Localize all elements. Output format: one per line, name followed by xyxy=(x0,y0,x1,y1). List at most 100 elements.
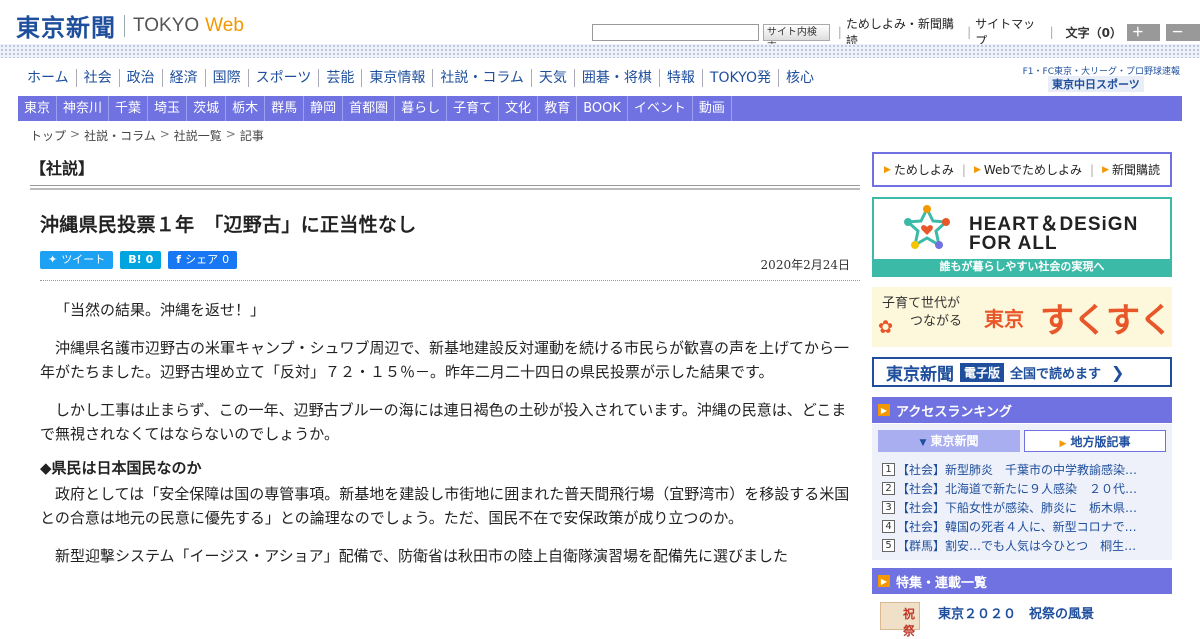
feature-item-title[interactable]: 東京２０２０ 祝祭の風景 xyxy=(938,603,1094,622)
facebook-share-button[interactable]: f シェア 0 xyxy=(168,251,238,269)
ranking-item[interactable]: 2 【社会】北海道で新たに９人感染 ２０代… xyxy=(882,479,1166,498)
digital-edition-brand: 東京新聞 xyxy=(886,364,954,385)
rank-number: 1 xyxy=(882,463,895,476)
ranking-item-text: 【社会】新型肺炎 千葉市の中学教諭感染… xyxy=(897,463,1138,477)
region-item-living[interactable]: 暮らし xyxy=(395,96,448,121)
region-item-shutoken[interactable]: 首都圏 xyxy=(343,96,396,121)
ranking-item[interactable]: 3 【社会】下船女性が感染、肺炎に 栃木県… xyxy=(882,498,1166,517)
primary-nav: ホーム 社会 政治 経済 国際 スポーツ 芸能 東京情報 社説・コラム 天気 囲… xyxy=(20,69,821,87)
nav-item-entertainment[interactable]: 芸能 xyxy=(318,69,361,87)
site-header: 東京新聞 TOKYO Web サイト内検索 | ためしよみ・新聞購読 | サイト… xyxy=(0,0,1200,56)
article-paragraph: しかし工事は止まらず、この一年、辺野古ブルーの海には連日褐色の土砂が投入されてい… xyxy=(40,401,847,443)
font-size-increase-button[interactable]: ＋大 xyxy=(1126,23,1161,56)
region-item-tokyo[interactable]: 東京 xyxy=(18,96,58,121)
heart-design-banner[interactable]: HEART＆DESiGN FOR ALL 誰もが暮らしやすい社会の実現へ xyxy=(872,197,1172,277)
nav-item-go-shogi[interactable]: 囲碁・将棋 xyxy=(573,69,659,87)
features-header: ▶ 特集・連載一覧 xyxy=(872,568,1172,594)
article-date: 2020年2月24日 xyxy=(760,258,850,272)
ranking-tab-tokyo[interactable]: ▼ 東京新聞 xyxy=(878,430,1020,452)
region-item-kanagawa[interactable]: 神奈川 xyxy=(57,96,110,121)
region-item-shizuoka[interactable]: 静岡 xyxy=(304,96,344,121)
breadcrumb-sep: > xyxy=(159,127,170,141)
subscription-links: ▶ ためしよみ | ▶ Webでためしよみ | ▶ 新聞購読 xyxy=(872,152,1172,187)
digital-edition-badge: 電子版 xyxy=(960,362,1005,382)
ranking-item-text: 【社会】北海道で新たに９人感染 ２０代… xyxy=(897,482,1138,496)
facebook-count: 0 xyxy=(222,253,230,266)
site-search-input[interactable] xyxy=(592,23,759,41)
site-logo[interactable]: 東京新聞 TOKYO Web xyxy=(16,8,244,43)
nav-item-society[interactable]: 社会 xyxy=(75,69,119,87)
feature-thumbnail-label: 祝祭 xyxy=(903,607,916,638)
region-item-video[interactable]: 動画 xyxy=(693,96,732,121)
ranking-item[interactable]: 4 【社会】韓国の死者４人に、新型コロナで… xyxy=(882,517,1166,536)
article-body: 「当然の結果。沖縄を返せ！」 沖縄県名護市辺野古の米軍キャンプ・シュワブ周辺で、… xyxy=(40,298,850,582)
subscribe-link[interactable]: ▶ 新聞購読 xyxy=(1102,161,1160,178)
nav-item-tokyo-info[interactable]: 東京情報 xyxy=(361,69,432,87)
hatena-label: B! xyxy=(128,253,142,266)
rank-number: 3 xyxy=(882,501,895,514)
region-item-ibaraki[interactable]: 茨城 xyxy=(187,96,227,121)
article-paragraph: 政府としては「安全保障は国の専管事項。新基地を建設し市街地に囲まれた普天間飛行場… xyxy=(40,485,850,527)
nav-item-weather[interactable]: 天気 xyxy=(530,69,574,87)
ranking-item-text: 【社会】下船女性が感染、肺炎に 栃木県… xyxy=(897,501,1138,515)
nav-item-tokuho[interactable]: 特報 xyxy=(658,69,702,87)
region-item-chiba[interactable]: 千葉 xyxy=(109,96,149,121)
region-item-parenting[interactable]: 子育て xyxy=(447,96,500,121)
ranking-header: ▶ アクセスランキング xyxy=(872,397,1172,423)
trial-read-link[interactable]: ▶ ためしよみ xyxy=(884,161,954,178)
region-item-tochigi[interactable]: 栃木 xyxy=(226,96,266,121)
section-label: 【社説】 xyxy=(30,159,95,178)
square-arrow-icon: ▶ xyxy=(878,575,890,587)
breadcrumb: トップ > 社説・コラム > 社説一覧 > 記事 xyxy=(30,127,264,144)
ranking-panel: ▼ 東京新聞 ▶ 地方版記事 1 【社会】新型肺炎 千葉市の中学教諭感染… 2 【社… xyxy=(872,424,1172,560)
site-search-button[interactable]: サイト内検索 xyxy=(762,23,830,53)
breadcrumb-top[interactable]: トップ xyxy=(30,127,66,144)
web-trial-read-link[interactable]: ▶ Webでためしよみ xyxy=(974,161,1082,178)
nav-item-tokyo-hatsu[interactable]: TOKYO発 xyxy=(701,69,778,87)
ranking-tab-local[interactable]: ▶ 地方版記事 xyxy=(1024,430,1166,452)
chunichi-sports-link[interactable]: 東京中日スポーツ xyxy=(1048,76,1144,92)
feature-thumbnail[interactable]: 祝祭 xyxy=(880,602,920,638)
region-item-gunma[interactable]: 群馬 xyxy=(265,96,305,121)
article-paragraph: 沖縄県名護市辺野古の米軍キャンプ・シュワブ周辺で、新基地建設反対運動を続ける市民… xyxy=(40,339,849,381)
font-size-label: 文字（0） xyxy=(1065,25,1122,40)
region-item-saitama[interactable]: 埼玉 xyxy=(148,96,188,121)
font-size-decrease-button[interactable]: －小 xyxy=(1166,23,1200,56)
region-item-book[interactable]: BOOK xyxy=(577,96,628,121)
nav-item-sports[interactable]: スポーツ xyxy=(247,69,319,87)
regional-nav: 東京 神奈川 千葉 埼玉 茨城 栃木 群馬 静岡 首都圏 暮らし 子育て 文化 … xyxy=(18,96,1182,121)
region-item-culture[interactable]: 文化 xyxy=(499,96,539,121)
rank-number: 4 xyxy=(882,520,895,533)
chevron-down-icon: ▼ xyxy=(919,438,927,448)
ranking-item[interactable]: 5 【群馬】割安…でも人気は今ひとつ 桐生… xyxy=(882,536,1166,555)
ranking-item[interactable]: 1 【社会】新型肺炎 千葉市の中学教諭感染… xyxy=(882,460,1166,479)
article-subhead: ◆県民は日本国民なのか xyxy=(40,459,202,477)
features-title: 特集・連載一覧 xyxy=(896,575,988,591)
logo-divider xyxy=(124,14,125,37)
ranking-item-text: 【群馬】割安…でも人気は今ひとつ 桐生… xyxy=(897,539,1137,553)
region-item-education[interactable]: 教育 xyxy=(538,96,578,121)
hatena-bookmark-button[interactable]: B! 0 xyxy=(120,251,162,269)
digital-edition-banner[interactable]: 東京新聞 電子版 全国で読めます ❯ xyxy=(872,357,1172,387)
region-item-event[interactable]: イベント xyxy=(628,96,693,121)
trial-read-label: ためしよみ xyxy=(893,163,954,177)
nav-item-world[interactable]: 国際 xyxy=(204,69,248,87)
digital-edition-text: 全国で読めます xyxy=(1010,366,1102,382)
nav-item-politics[interactable]: 政治 xyxy=(118,69,162,87)
tweet-button[interactable]: ✦ ツイート xyxy=(40,251,114,269)
article-title: 沖縄県民投票１年 「辺野古」に正当性なし xyxy=(40,214,417,236)
breadcrumb-editorial-list[interactable]: 社説一覧 xyxy=(174,127,222,144)
nav-item-home[interactable]: ホーム xyxy=(20,69,76,87)
breadcrumb-editorial[interactable]: 社説・コラム xyxy=(84,127,156,144)
sukusuku-title: すくすく xyxy=(1040,301,1173,341)
tokyo-sukusuku-banner[interactable]: 子育て世代が つながる ✿ 東京 すくすく xyxy=(872,287,1173,347)
nav-item-kakushin[interactable]: 核心 xyxy=(777,69,821,87)
ranking-tab-label: 東京新聞 xyxy=(930,434,979,448)
divider: | xyxy=(961,162,966,177)
nav-item-editorial[interactable]: 社説・コラム xyxy=(432,69,531,87)
nav-item-economy[interactable]: 経済 xyxy=(161,69,205,87)
sukusuku-subtitle: 子育て世代が つながる xyxy=(882,295,962,331)
logo-en: TOKYO xyxy=(133,14,200,36)
article-divider xyxy=(40,280,860,281)
ranking-tabs: ▼ 東京新聞 ▶ 地方版記事 xyxy=(878,430,1166,452)
